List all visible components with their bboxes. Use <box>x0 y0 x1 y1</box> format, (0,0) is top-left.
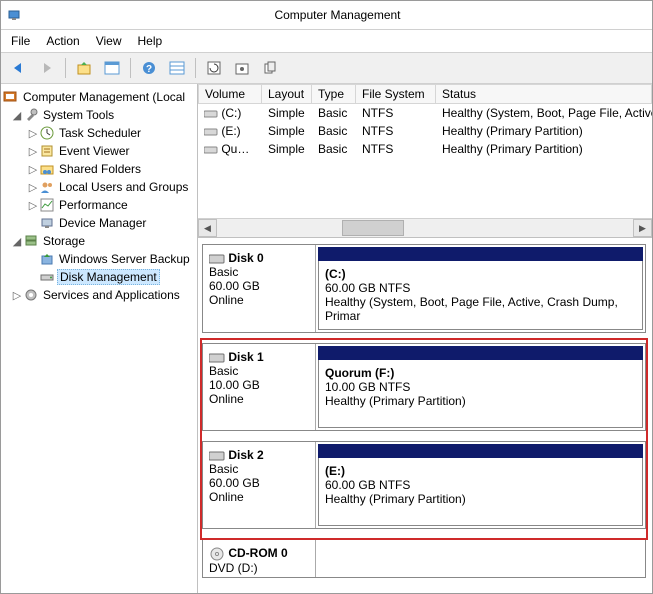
content-pane: Volume Layout Type File System Status (C… <box>198 84 652 593</box>
volume-list[interactable]: Volume Layout Type File System Status (C… <box>198 84 652 238</box>
disk-info: Disk 0 Basic 60.00 GB Online <box>203 245 316 332</box>
menu-action[interactable]: Action <box>46 34 79 48</box>
collapse-icon[interactable]: ◢ <box>11 109 23 122</box>
partition-header-bar <box>318 247 643 261</box>
expand-icon[interactable]: ▷ <box>11 289 23 302</box>
cdrom-icon <box>209 547 225 561</box>
mmc-icon <box>3 89 19 105</box>
back-button[interactable] <box>7 56 31 80</box>
clock-icon <box>39 125 55 141</box>
horizontal-scrollbar[interactable]: ◀ ▶ <box>198 218 652 237</box>
disk-row[interactable]: Disk 0 Basic 60.00 GB Online (C:) 60.00 … <box>202 244 646 333</box>
services-icon <box>23 287 39 303</box>
tools-icon <box>23 107 39 123</box>
disk-info: Disk 2 Basic 60.00 GB Online <box>203 442 316 528</box>
disk-icon <box>209 253 225 265</box>
tree-wsb[interactable]: Windows Server Backup <box>1 250 197 268</box>
disk-partitions[interactable]: Quorum (F:) 10.00 GB NTFS Healthy (Prima… <box>316 344 645 430</box>
expand-icon[interactable]: ▷ <box>27 163 39 176</box>
partition-header-bar <box>318 346 643 360</box>
drive-icon <box>204 145 218 155</box>
disk-partitions[interactable] <box>316 540 645 577</box>
settings-button[interactable] <box>230 56 254 80</box>
expand-icon[interactable]: ▷ <box>27 181 39 194</box>
volume-row[interactable]: (E:) Simple Basic NTFS Healthy (Primary … <box>198 122 652 140</box>
menu-help[interactable]: Help <box>138 34 163 48</box>
col-volume[interactable]: Volume <box>198 84 262 104</box>
menu-view[interactable]: View <box>96 34 122 48</box>
computer-management-window: Computer Management File Action View Hel… <box>0 0 653 594</box>
disk-icon <box>209 450 225 462</box>
action-button[interactable] <box>258 56 282 80</box>
window-title: Computer Management <box>23 8 652 22</box>
disk-row[interactable]: CD-ROM 0 DVD (D:) <box>202 539 646 578</box>
volume-list-header: Volume Layout Type File System Status <box>198 84 652 104</box>
disk-row[interactable]: Disk 1 Basic 10.00 GB Online Quorum (F:)… <box>202 343 646 431</box>
scroll-left-button[interactable]: ◀ <box>198 219 217 237</box>
collapse-icon[interactable]: ◢ <box>11 235 23 248</box>
expand-icon[interactable]: ▷ <box>27 145 39 158</box>
col-status[interactable]: Status <box>436 84 652 104</box>
event-icon <box>39 143 55 159</box>
disk-mgmt-icon <box>39 269 55 285</box>
partition-header-bar <box>318 444 643 458</box>
backup-icon <box>39 251 55 267</box>
disk-partitions[interactable]: (C:) 60.00 GB NTFS Healthy (System, Boot… <box>316 245 645 332</box>
expand-icon[interactable]: ▷ <box>27 199 39 212</box>
storage-icon <box>23 233 39 249</box>
volume-row[interactable]: Qu… Simple Basic NTFS Healthy (Primary P… <box>198 140 652 158</box>
properties-button[interactable] <box>100 56 124 80</box>
performance-icon <box>39 197 55 213</box>
tree-shared-folders[interactable]: ▷ Shared Folders <box>1 160 197 178</box>
shared-folder-icon <box>39 161 55 177</box>
users-icon <box>39 179 55 195</box>
disk-info: CD-ROM 0 DVD (D:) <box>203 540 316 577</box>
refresh-button[interactable] <box>202 56 226 80</box>
partition[interactable]: (E:) 60.00 GB NTFS Healthy (Primary Part… <box>318 458 643 526</box>
tree-system-tools[interactable]: ◢ System Tools <box>1 106 197 124</box>
scroll-track[interactable] <box>217 220 633 236</box>
nav-tree[interactable]: Computer Management (Local ◢ System Tool… <box>1 84 198 593</box>
tree-root[interactable]: Computer Management (Local <box>1 88 197 106</box>
tree-device-manager[interactable]: Device Manager <box>1 214 197 232</box>
tree-services[interactable]: ▷ Services and Applications <box>1 286 197 304</box>
app-icon <box>7 7 23 23</box>
help-button[interactable]: ? <box>137 56 161 80</box>
tree-task-scheduler[interactable]: ▷ Task Scheduler <box>1 124 197 142</box>
forward-button[interactable] <box>35 56 59 80</box>
col-layout[interactable]: Layout <box>262 84 312 104</box>
tree-performance[interactable]: ▷ Performance <box>1 196 197 214</box>
tree-storage[interactable]: ◢ Storage <box>1 232 197 250</box>
up-button[interactable] <box>72 56 96 80</box>
scroll-thumb[interactable] <box>342 220 404 236</box>
tree-local-users[interactable]: ▷ Local Users and Groups <box>1 178 197 196</box>
scroll-right-button[interactable]: ▶ <box>633 219 652 237</box>
tree-event-viewer[interactable]: ▷ Event Viewer <box>1 142 197 160</box>
tree-disk-management[interactable]: Disk Management <box>1 268 197 286</box>
title-bar[interactable]: Computer Management <box>1 1 652 30</box>
col-filesystem[interactable]: File System <box>356 84 436 104</box>
disk-row[interactable]: Disk 2 Basic 60.00 GB Online (E:) 60.00 … <box>202 441 646 529</box>
menu-bar: File Action View Help <box>1 30 652 53</box>
volume-row[interactable]: (C:) Simple Basic NTFS Healthy (System, … <box>198 104 652 122</box>
device-icon <box>39 215 55 231</box>
drive-icon <box>204 109 218 119</box>
col-type[interactable]: Type <box>312 84 356 104</box>
expand-icon[interactable]: ▷ <box>27 127 39 140</box>
disk-info: Disk 1 Basic 10.00 GB Online <box>203 344 316 430</box>
disk-icon <box>209 352 225 364</box>
partition[interactable]: (C:) 60.00 GB NTFS Healthy (System, Boot… <box>318 261 643 330</box>
menu-file[interactable]: File <box>11 34 30 48</box>
svg-text:?: ? <box>146 64 152 75</box>
drive-icon <box>204 127 218 137</box>
disk-graphical-view[interactable]: Disk 0 Basic 60.00 GB Online (C:) 60.00 … <box>198 238 652 593</box>
view-list-button[interactable] <box>165 56 189 80</box>
toolbar: ? <box>1 53 652 84</box>
disk-partitions[interactable]: (E:) 60.00 GB NTFS Healthy (Primary Part… <box>316 442 645 528</box>
partition[interactable]: Quorum (F:) 10.00 GB NTFS Healthy (Prima… <box>318 360 643 428</box>
